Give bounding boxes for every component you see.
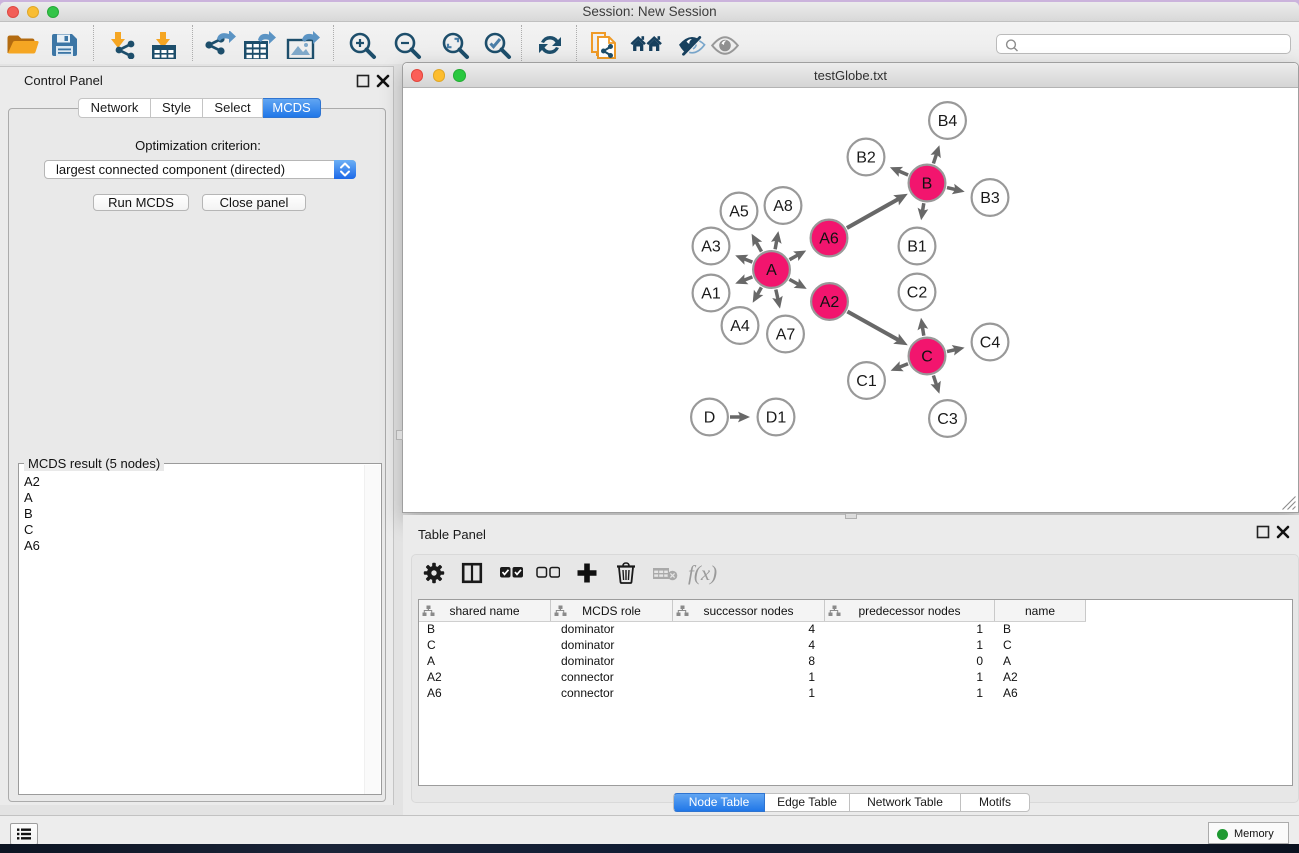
svg-text:C2: C2 [907, 285, 928, 302]
svg-text:D1: D1 [766, 410, 787, 427]
svg-text:A6: A6 [819, 231, 839, 248]
svg-text:D: D [704, 410, 716, 427]
svg-text:B2: B2 [856, 150, 876, 167]
svg-text:A5: A5 [729, 204, 749, 221]
svg-text:A3: A3 [701, 239, 721, 256]
svg-text:B1: B1 [907, 239, 927, 256]
svg-text:A4: A4 [730, 318, 750, 335]
svg-text:A8: A8 [773, 198, 793, 215]
svg-text:C3: C3 [937, 411, 958, 428]
svg-text:A7: A7 [776, 327, 796, 344]
svg-text:B3: B3 [980, 190, 1000, 207]
svg-text:B: B [922, 176, 933, 193]
svg-text:A: A [766, 262, 777, 279]
svg-text:C1: C1 [856, 373, 877, 390]
svg-text:f(x): f(x) [688, 561, 717, 585]
svg-text:C: C [921, 349, 933, 366]
svg-text:A2: A2 [820, 294, 840, 311]
svg-text:A1: A1 [701, 286, 721, 303]
svg-text:B4: B4 [938, 113, 958, 130]
svg-text:C4: C4 [980, 335, 1001, 352]
